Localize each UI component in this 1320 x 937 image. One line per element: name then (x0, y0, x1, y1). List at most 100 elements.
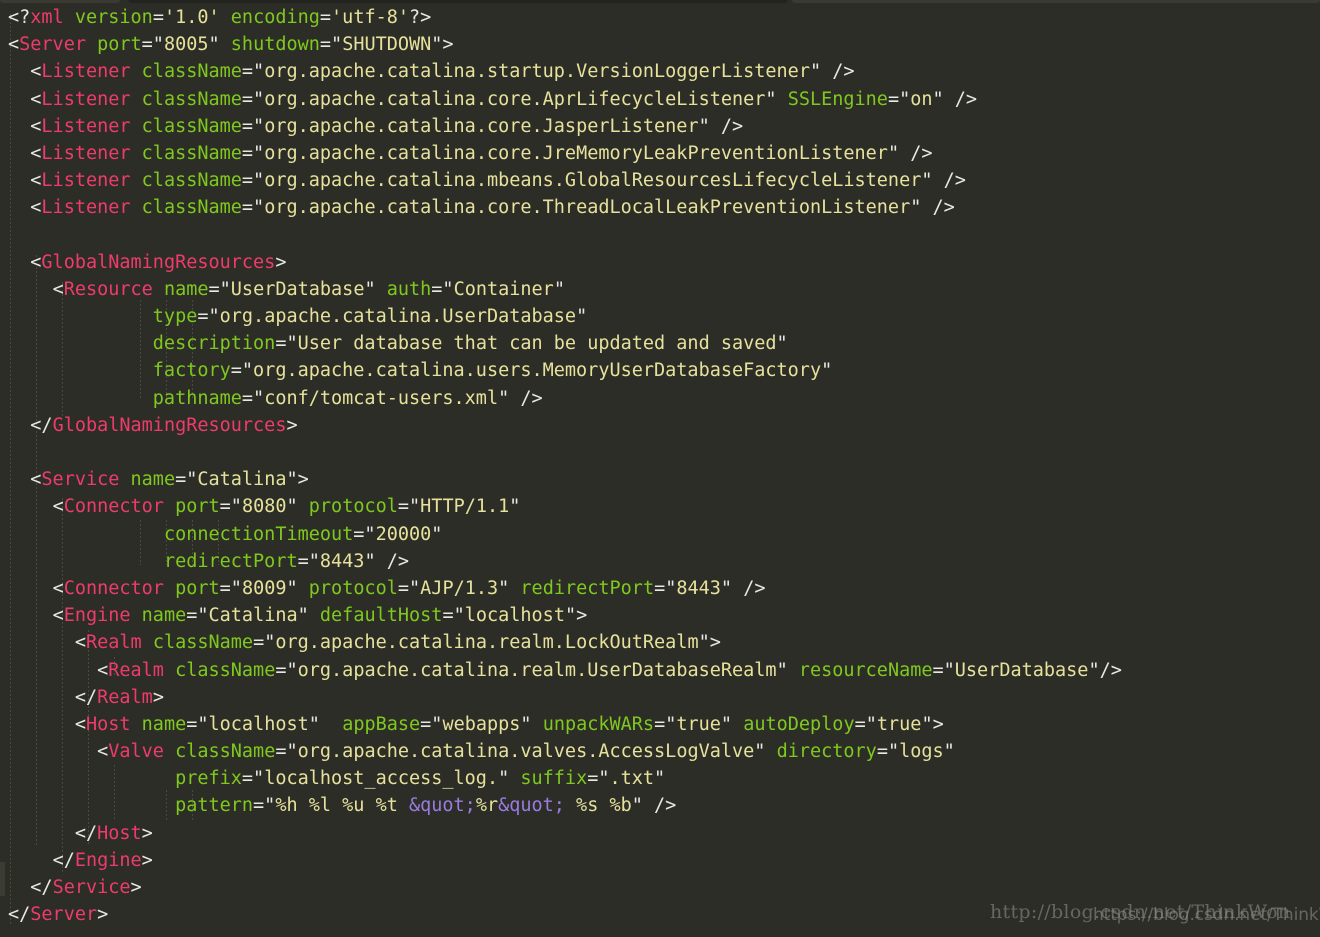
token-attr: unpackWARs (542, 713, 655, 735)
code-line[interactable]: pathname="conf/tomcat-users.xml" /> (0, 385, 1320, 412)
code-line[interactable]: </GlobalNamingResources> (0, 412, 1320, 439)
editor-tab-active[interactable] (128, 0, 788, 3)
code-line[interactable]: connectionTimeout="20000" (0, 521, 1320, 548)
token-punc: </ (30, 877, 53, 898)
code-line[interactable]: <Resource name="UserDatabase" auth="Cont… (0, 276, 1320, 303)
code-line[interactable]: redirectPort="8443" /> (0, 548, 1320, 575)
token-punc: " (576, 306, 588, 328)
code-line[interactable]: <Service name="Catalina"> (0, 466, 1320, 493)
token-punc (131, 116, 142, 137)
code-line[interactable]: </Server> (0, 901, 1320, 928)
token-punc (131, 170, 142, 191)
token-val: AJP/1.3 (420, 577, 499, 599)
code-line[interactable]: <Connector port="8009" protocol="AJP/1.3… (0, 575, 1320, 602)
token-punc (131, 143, 142, 164)
code-line[interactable]: <Listener className="org.apache.catalina… (0, 194, 1320, 221)
token-punc (131, 605, 142, 626)
token-punc: =" (253, 795, 276, 817)
code-line[interactable]: </Host> (0, 820, 1320, 847)
token-punc: =" (587, 768, 610, 790)
token-punc: " (364, 278, 387, 300)
token-attr: connectionTimeout (163, 523, 354, 545)
code-line[interactable]: </Engine> (0, 847, 1320, 874)
token-tag: Listener (41, 170, 131, 192)
token-attr: autoDeploy (743, 713, 855, 735)
code-line[interactable]: <Valve className="org.apache.catalina.va… (0, 738, 1320, 765)
token-punc: =" (253, 632, 276, 654)
token-attr: className (141, 115, 242, 137)
token-punc: =" (876, 741, 900, 763)
code-line[interactable]: <Listener className="org.apache.catalina… (0, 86, 1320, 113)
code-line[interactable]: <Connector port="8080" protocol="HTTP/1.… (0, 493, 1320, 520)
code-line[interactable]: <Server port="8005" shutdown="SHUTDOWN"> (0, 31, 1320, 58)
token-punc: " (720, 713, 744, 735)
code-line[interactable]: type="org.apache.catalina.UserDatabase" (0, 303, 1320, 330)
token-punc: =" (175, 469, 198, 491)
token-val: org.apache.catalina.realm.LockOutRealm (275, 632, 699, 654)
token-punc: " (520, 713, 543, 735)
code-line[interactable]: pattern="%h %l %u %t &quot;%r&quot; %s %… (0, 792, 1320, 819)
code-line[interactable]: <?xml version='1.0' encoding='utf-8'?> (0, 4, 1320, 31)
token-val: org.apache.catalina.mbeans.GlobalResourc… (264, 170, 922, 192)
code-line[interactable]: </Realm> (0, 684, 1320, 711)
code-line[interactable]: <Realm className="org.apache.catalina.re… (0, 629, 1320, 656)
editor-tab-right[interactable] (792, 0, 1320, 3)
code-line[interactable]: prefix="localhost_access_log." suffix=".… (0, 765, 1320, 792)
code-line[interactable]: description="User database that can be u… (0, 330, 1320, 357)
code-line[interactable]: <Listener className="org.apache.catalina… (0, 113, 1320, 140)
token-attr: pattern (175, 795, 254, 817)
token-val: org.apache.catalina.core.JreMemoryLeakPr… (264, 142, 888, 164)
token-punc: " /> (809, 61, 855, 83)
xml-source-code[interactable]: <?xml version='1.0' encoding='utf-8'?> <S… (0, 4, 1320, 928)
token-punc: > (130, 877, 142, 898)
token-punc: > (97, 904, 109, 926)
token-attr: port (175, 577, 220, 599)
token-attr: version (74, 7, 153, 28)
token-val: org.apache.catalina.realm.UserDatabaseRe… (297, 659, 777, 681)
token-attr: className (141, 170, 242, 192)
token-punc: =" (219, 577, 242, 599)
token-tag: Listener (41, 88, 131, 110)
editor-tab-left[interactable] (0, 0, 120, 3)
token-punc: "> (564, 605, 588, 627)
code-line[interactable]: <GlobalNamingResources> (0, 249, 1320, 276)
token-attr: className (141, 61, 242, 83)
token-punc: =" (654, 713, 677, 735)
token-punc: " /> (698, 115, 744, 137)
token-punc: =" (431, 278, 454, 300)
token-punc: < (52, 278, 64, 300)
token-punc: =" (654, 577, 677, 599)
code-line[interactable]: <Listener className="org.apache.catalina… (0, 140, 1320, 167)
token-punc: < (30, 88, 42, 110)
code-line[interactable]: <Listener className="org.apache.catalina… (0, 58, 1320, 85)
token-tag: Engine (63, 605, 131, 627)
token-val: %r (475, 795, 499, 817)
token-punc: < (30, 251, 42, 273)
token-attr: protocol (308, 496, 398, 518)
token-punc: " (553, 278, 565, 300)
code-line[interactable]: <Engine name="Catalina" defaultHost="loc… (0, 602, 1320, 629)
token-punc: " /> (631, 795, 677, 817)
code-line[interactable]: <Realm className="org.apache.catalina.re… (0, 657, 1320, 684)
token-punc: ?> (409, 7, 432, 28)
code-line[interactable]: factory="org.apache.catalina.users.Memor… (0, 357, 1320, 384)
token-val: webapps (442, 713, 521, 735)
token-punc (131, 89, 142, 110)
token-punc (220, 7, 231, 28)
code-line-blank[interactable] (0, 439, 1320, 466)
code-line[interactable]: <Host name="localhost" appBase="webapps"… (0, 711, 1320, 738)
token-punc: > (286, 414, 298, 436)
code-editor-pane[interactable]: <?xml version='1.0' encoding='utf-8'?> <S… (0, 0, 1320, 937)
code-line-blank[interactable] (0, 222, 1320, 249)
code-line[interactable]: <Listener className="org.apache.catalina… (0, 167, 1320, 194)
code-line[interactable]: </Service> (0, 874, 1320, 901)
